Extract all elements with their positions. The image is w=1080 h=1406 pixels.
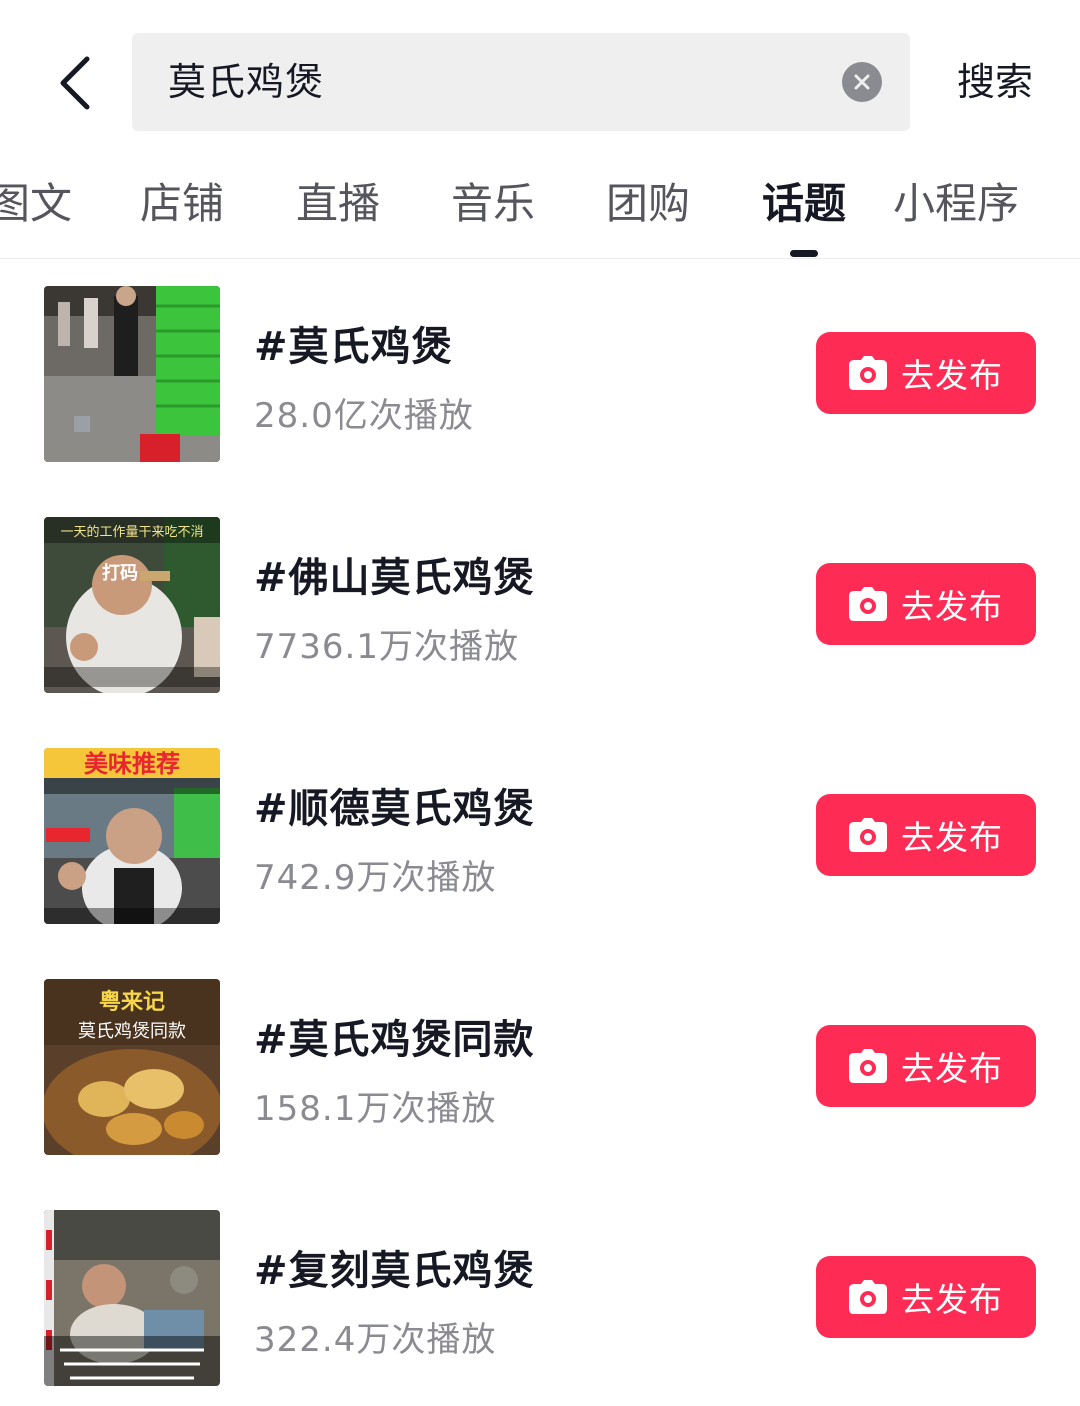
tab-live[interactable]: 直播 xyxy=(296,174,380,234)
publish-button[interactable]: 去发布 xyxy=(816,332,1036,414)
tab-group-buy[interactable]: 团购 xyxy=(606,174,690,234)
publish-button-label: 去发布 xyxy=(901,1049,1003,1088)
topic-play-count: 158.1万次播放 xyxy=(254,1089,497,1129)
topic-title: #顺德莫氏鸡煲 xyxy=(254,786,535,832)
thumbnail-banner-text: 美味推荐 xyxy=(84,750,180,778)
tab-stores[interactable]: 店铺 xyxy=(140,174,224,234)
thumbnail-caption: 一天的工作量干来吃不消 xyxy=(60,524,203,540)
topic-row[interactable]: 一天的工作量干来吃不消 打码 #佛山莫氏鸡煲 7736.1万次播放 去发布 xyxy=(0,489,1080,720)
camera-icon xyxy=(849,587,887,621)
tab-mini-programs[interactable]: 小程序 xyxy=(893,174,1019,234)
search-query-text: 莫氏鸡煲 xyxy=(168,60,325,104)
topic-thumbnail: 一天的工作量干来吃不消 打码 xyxy=(44,517,220,693)
search-results-page: 莫氏鸡煲 搜索 图文 店铺 直播 音乐 团购 话题 小程序 xyxy=(0,0,1080,1406)
topic-title: #佛山莫氏鸡煲 xyxy=(254,555,535,601)
topic-title: #莫氏鸡煲 xyxy=(254,324,453,370)
publish-button[interactable]: 去发布 xyxy=(816,1025,1036,1107)
topic-title: #复刻莫氏鸡煲 xyxy=(254,1248,535,1294)
topic-thumbnail: 粤来记 莫氏鸡煲同款 xyxy=(44,979,220,1155)
camera-icon xyxy=(849,356,887,390)
clear-search-button[interactable] xyxy=(842,62,882,102)
publish-button[interactable]: 去发布 xyxy=(816,794,1036,876)
close-circle-icon xyxy=(854,74,870,90)
publish-button-label: 去发布 xyxy=(901,356,1003,395)
topic-play-count: 742.9万次播放 xyxy=(254,858,497,898)
publish-button-label: 去发布 xyxy=(901,1280,1003,1319)
thumbnail-overlay-title: 粤来记 xyxy=(99,989,165,1015)
tab-music[interactable]: 音乐 xyxy=(451,174,535,234)
publish-button-label: 去发布 xyxy=(901,587,1003,626)
thumbnail-overlay-text: 打码 xyxy=(102,562,138,584)
publish-button[interactable]: 去发布 xyxy=(816,563,1036,645)
back-button[interactable] xyxy=(40,40,110,126)
topic-thumbnail: 美味推荐 xyxy=(44,748,220,924)
topic-row[interactable]: #莫氏鸡煲 28.0亿次播放 去发布 xyxy=(0,258,1080,489)
topic-row[interactable]: 粤来记 莫氏鸡煲同款 #莫氏鸡煲同款 158.1万次播放 去发布 xyxy=(0,951,1080,1182)
camera-icon xyxy=(849,818,887,852)
tab-topics[interactable]: 话题 xyxy=(762,174,846,234)
thumbnail-overlay-subtitle: 莫氏鸡煲同款 xyxy=(78,1021,186,1042)
topic-play-count: 7736.1万次播放 xyxy=(254,627,519,667)
topic-row[interactable]: #复刻莫氏鸡煲 322.4万次播放 去发布 xyxy=(0,1182,1080,1406)
camera-icon xyxy=(849,1280,887,1314)
search-header: 莫氏鸡煲 搜索 xyxy=(0,0,1080,160)
search-submit-button[interactable]: 搜索 xyxy=(940,33,1050,131)
result-tabs: 图文 店铺 直播 音乐 团购 话题 小程序 xyxy=(0,160,1080,259)
publish-button[interactable]: 去发布 xyxy=(816,1256,1036,1338)
topic-play-count: 322.4万次播放 xyxy=(254,1320,497,1360)
camera-icon xyxy=(849,1049,887,1083)
publish-button-label: 去发布 xyxy=(901,818,1003,857)
topic-row[interactable]: 美味推荐 #顺德莫氏鸡煲 742.9万次播放 去发布 xyxy=(0,720,1080,951)
tab-image-text[interactable]: 图文 xyxy=(0,174,72,234)
topic-thumbnail xyxy=(44,286,220,462)
active-tab-indicator xyxy=(790,250,818,257)
topic-thumbnail xyxy=(44,1210,220,1386)
topic-title: #莫氏鸡煲同款 xyxy=(254,1017,535,1063)
search-input[interactable]: 莫氏鸡煲 xyxy=(132,33,910,131)
topic-play-count: 28.0亿次播放 xyxy=(254,396,474,436)
chevron-left-icon xyxy=(60,56,90,110)
